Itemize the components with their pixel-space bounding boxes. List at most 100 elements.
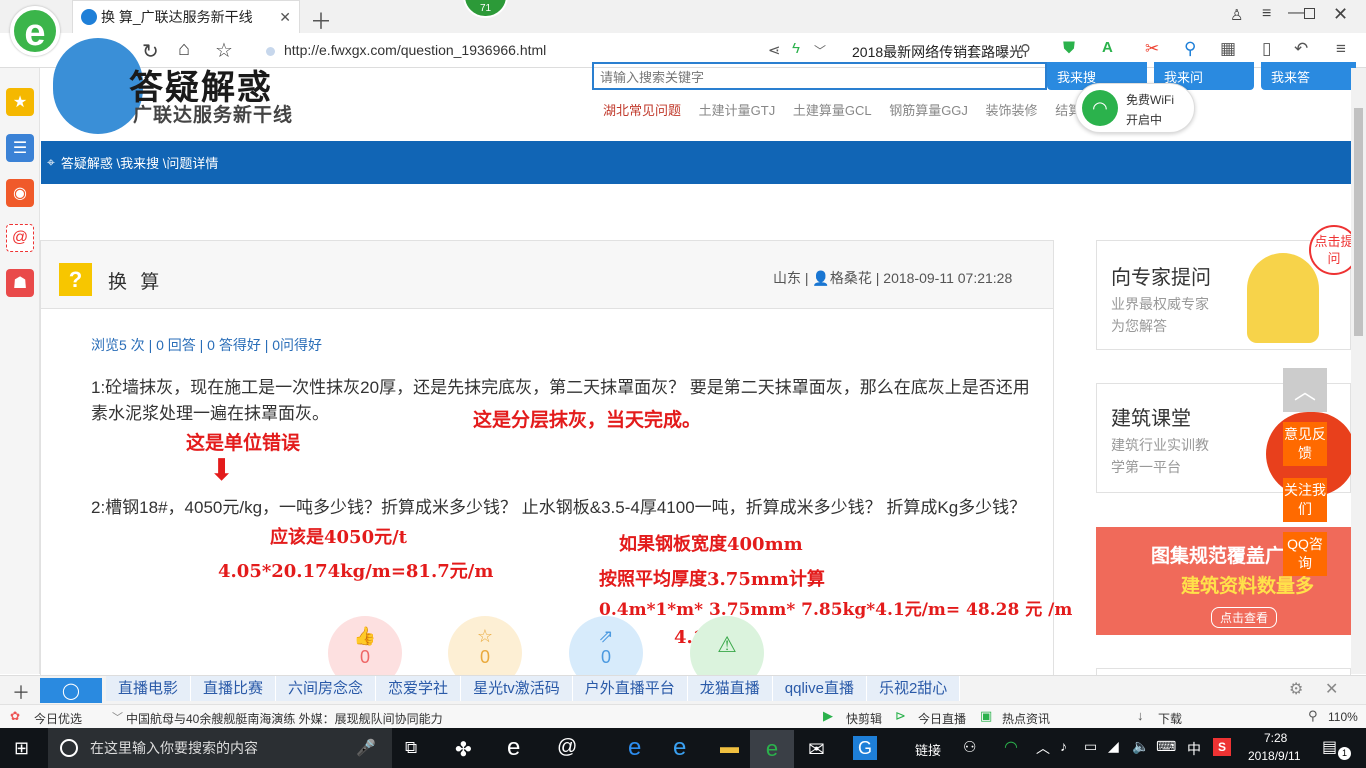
today-live[interactable]: 今日直播 bbox=[918, 710, 966, 727]
follow-us-button[interactable]: 关注我们 bbox=[1283, 478, 1327, 522]
more-menu-icon[interactable]: ≡ bbox=[1336, 39, 1346, 59]
settings-gear-icon[interactable]: ⚙ bbox=[1289, 679, 1303, 699]
shield-icon[interactable]: ⛊ bbox=[1063, 40, 1075, 58]
edge-e-icon[interactable]: e bbox=[507, 734, 520, 762]
ime-indicator[interactable]: 中 bbox=[1187, 739, 1201, 759]
clock-date[interactable]: 2018/9/11 bbox=[1248, 749, 1301, 763]
tab-close-icon[interactable]: ✕ bbox=[279, 9, 291, 26]
tray-expand-icon[interactable]: ︿ bbox=[1036, 738, 1050, 758]
translate-icon[interactable]: A bbox=[1102, 39, 1113, 56]
quick-link[interactable]: 龙猫直播 bbox=[687, 676, 773, 701]
browser-search-input[interactable]: 2018最新网络传销套路曝光 bbox=[852, 42, 1032, 62]
question-user[interactable]: 格桑花 bbox=[830, 270, 872, 286]
page-scrollbar[interactable] bbox=[1351, 68, 1366, 674]
keyboard-icon[interactable]: ⌨ bbox=[1156, 738, 1176, 755]
quick-link[interactable]: 乐视2甜心 bbox=[866, 676, 961, 701]
battery-icon[interactable]: ▭ bbox=[1084, 738, 1097, 755]
hot-news-icon[interactable]: ▣ bbox=[980, 708, 992, 724]
add-icon[interactable]: ＋ bbox=[12, 679, 30, 705]
video-edit-icon[interactable]: ▶ bbox=[823, 708, 833, 724]
search-circle-icon[interactable]: ◯ bbox=[40, 678, 102, 703]
file-explorer-icon[interactable]: ▬ bbox=[720, 737, 739, 759]
people-icon[interactable]: ⚇ bbox=[963, 738, 976, 756]
url-field[interactable]: http://e.fwxgx.com/question_1936966.html bbox=[284, 42, 546, 58]
windows-search-box[interactable]: 在这里输入你要搜索的内容 🎤 bbox=[48, 728, 392, 768]
quick-link[interactable]: qqlive直播 bbox=[772, 676, 867, 701]
hot-news[interactable]: 热点资讯 bbox=[1002, 710, 1050, 727]
quick-clip[interactable]: 快剪辑 bbox=[846, 710, 882, 727]
banner-click-button[interactable]: 点击查看 bbox=[1211, 607, 1278, 628]
lightning-icon[interactable]: ϟ bbox=[792, 40, 800, 57]
quick-link[interactable]: 直播比赛 bbox=[191, 676, 277, 701]
windows-start-icon[interactable]: ⊞ bbox=[14, 738, 29, 759]
quick-link[interactable]: 星光tv激活码 bbox=[461, 676, 573, 701]
browser-360-icon[interactable]: e bbox=[750, 730, 794, 768]
email-icon[interactable]: @ bbox=[6, 224, 34, 252]
menu-icon[interactable]: ≡ bbox=[1262, 5, 1271, 23]
qq-consult-button[interactable]: QQ咨询 bbox=[1283, 532, 1327, 576]
restore-icon[interactable] bbox=[1304, 8, 1315, 19]
microphone-icon[interactable]: 🎤 bbox=[356, 738, 376, 758]
links-toolbar[interactable]: 链接 bbox=[915, 740, 941, 759]
magnifier-icon[interactable]: ⚲ bbox=[1184, 39, 1196, 59]
wifi-tray-icon[interactable]: ◠ bbox=[1004, 737, 1018, 757]
network-icon[interactable]: ◢ bbox=[1108, 738, 1119, 755]
quick-link[interactable]: 恋爱学社 bbox=[376, 676, 462, 701]
action-center-icon[interactable]: ▤ bbox=[1322, 737, 1337, 757]
notification-bell-icon[interactable]: ♪ bbox=[1060, 738, 1067, 754]
category-link-gcl[interactable]: 土建算量GCL bbox=[793, 103, 872, 118]
quick-link[interactable]: 户外直播平台 bbox=[572, 676, 688, 701]
app-g-icon[interactable]: G bbox=[853, 736, 877, 760]
quick-link[interactable]: 六间房念念 bbox=[276, 676, 377, 701]
weibo-icon[interactable]: ◉ bbox=[6, 179, 34, 207]
notification-badge[interactable]: 71 bbox=[463, 0, 508, 18]
scrollbar-thumb[interactable] bbox=[1354, 108, 1363, 336]
minimize-icon[interactable]: — bbox=[1288, 4, 1304, 22]
game-icon[interactable]: ☗ bbox=[6, 269, 34, 297]
scissors-icon[interactable]: ✂ bbox=[1145, 39, 1159, 59]
category-link-decoration[interactable]: 装饰装修 bbox=[986, 103, 1038, 118]
quick-link[interactable]: 直播电影 bbox=[106, 676, 192, 701]
fan-app-icon[interactable]: ✤ bbox=[455, 737, 472, 762]
today-picks[interactable]: 今日优选 bbox=[34, 710, 82, 727]
share-icon[interactable]: ⋖ bbox=[768, 41, 781, 59]
downloads[interactable]: 下载 bbox=[1158, 710, 1182, 727]
browser-tab-active[interactable]: 换 算_广联达服务新干线 ✕ bbox=[72, 0, 300, 33]
sogou-ime-icon[interactable]: S bbox=[1213, 738, 1231, 756]
back-to-top-button[interactable]: ︿ bbox=[1283, 368, 1327, 412]
breadcrumb[interactable]: 答疑解惑 \我来搜 \问题详情 bbox=[61, 153, 218, 172]
mail-icon[interactable]: ✉ bbox=[808, 737, 825, 762]
browser-logo-icon[interactable]: e bbox=[10, 6, 60, 56]
edge-blue-icon[interactable]: e bbox=[628, 734, 641, 762]
apps-grid-icon[interactable]: ▦ bbox=[1220, 39, 1236, 59]
new-tab-icon[interactable]: ＋ bbox=[310, 4, 332, 36]
shirt-skin-icon[interactable]: ♙ bbox=[1230, 6, 1243, 24]
reading-list-icon[interactable]: ☰ bbox=[6, 134, 34, 162]
ask-expert-card[interactable]: 向专家提问 业界最权威专家 为您解答 点击提问 bbox=[1096, 225, 1359, 350]
category-link-hubei[interactable]: 湖北常见问题 bbox=[603, 103, 681, 118]
favorites-star-icon[interactable]: ★ bbox=[6, 88, 34, 116]
home-icon[interactable]: ⌂ bbox=[178, 38, 190, 61]
phone-icon[interactable]: ▯ bbox=[1262, 39, 1271, 59]
category-link-ggj[interactable]: 钢筋算量GGJ bbox=[889, 103, 968, 118]
spiral-app-icon[interactable]: @ bbox=[557, 736, 577, 759]
chevron-down-icon[interactable]: ﹀ bbox=[814, 42, 826, 59]
live-play-icon[interactable]: ⊳ bbox=[895, 708, 906, 724]
feedback-button[interactable]: 意见反馈 bbox=[1283, 422, 1327, 466]
close-window-icon[interactable]: ✕ bbox=[1333, 4, 1348, 25]
close-bar-icon[interactable]: ✕ bbox=[1325, 679, 1338, 699]
question-stats[interactable]: 浏览5 次 | 0 回答 | 0 答得好 | 0问得好 bbox=[91, 335, 322, 355]
zoom-icon[interactable]: ⚲ bbox=[1308, 708, 1318, 724]
category-link-gtj[interactable]: 土建计量GTJ bbox=[699, 103, 776, 118]
news-ticker[interactable]: 中国航母与40余艘舰艇南海演练 外媒：展现舰队间协同能力 bbox=[126, 710, 443, 727]
clock-time[interactable]: 7:28 bbox=[1264, 731, 1287, 745]
volume-icon[interactable]: 🔈 bbox=[1132, 738, 1149, 755]
undo-icon[interactable]: ↶ bbox=[1294, 39, 1308, 59]
ie-icon[interactable]: e bbox=[673, 734, 686, 762]
answer-button[interactable]: 我来答 bbox=[1261, 62, 1356, 90]
download-icon[interactable]: ↓ bbox=[1137, 708, 1144, 723]
free-wifi-popup[interactable]: ◠ 免费WiFi 开启中 bbox=[1075, 83, 1195, 133]
task-view-icon[interactable]: ⧉ bbox=[405, 738, 417, 758]
zoom-level[interactable]: 110% bbox=[1328, 710, 1358, 724]
site-search-input[interactable]: 请输入搜索关键字 bbox=[592, 62, 1047, 90]
